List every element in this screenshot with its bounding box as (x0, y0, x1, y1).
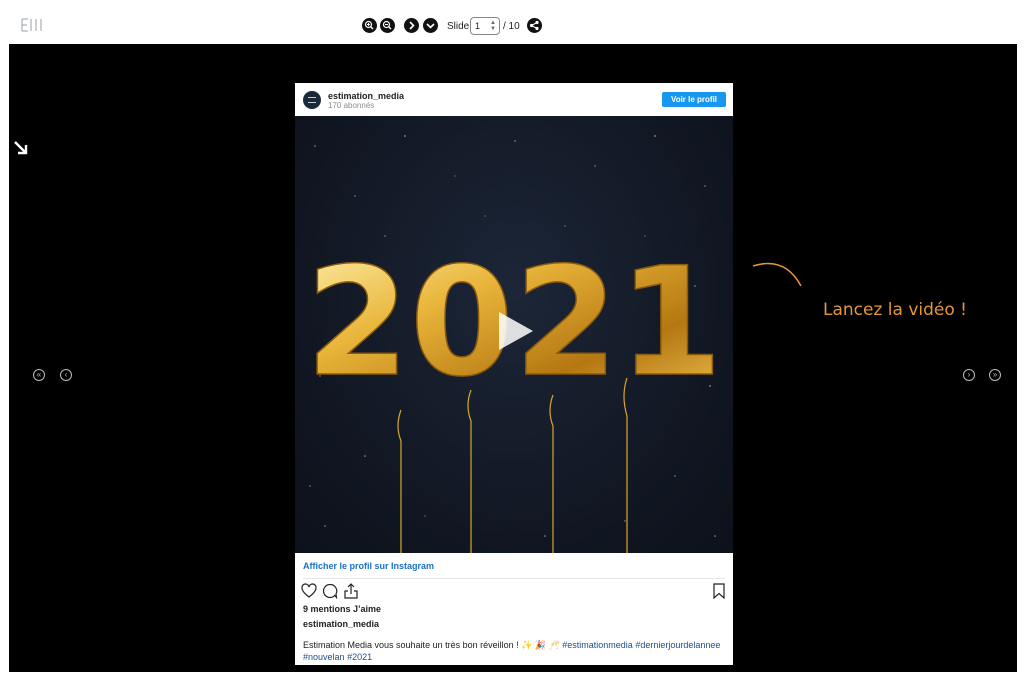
post-video[interactable]: 2021 (295, 116, 733, 553)
expand-arrow-icon[interactable] (13, 140, 29, 156)
post-caption: Estimation Media vous souhaite un très b… (303, 639, 728, 663)
slide-stage: « ‹ › » Lancez la vidéo ! estimation_med… (9, 44, 1017, 672)
avatar[interactable] (303, 91, 321, 109)
share-icon[interactable] (527, 18, 542, 33)
slide-total: / 10 (503, 21, 520, 32)
slide-label: Slide: (447, 21, 473, 32)
followers-count: 170 abonnés (328, 101, 375, 110)
last-slide-button[interactable]: » (989, 369, 1001, 381)
prev-slide-button[interactable]: ‹ (60, 369, 72, 381)
hint-text: Lancez la vidéo ! (823, 300, 967, 320)
instagram-profile-link[interactable]: Afficher le profil sur Instagram (303, 561, 434, 571)
play-button[interactable] (499, 312, 533, 350)
post-username[interactable]: estimation_media (328, 91, 404, 101)
caption-text: Estimation Media vous souhaite un très b… (303, 640, 560, 650)
next-icon[interactable] (404, 18, 419, 33)
share-post-icon[interactable] (343, 583, 359, 599)
caption-username[interactable]: estimation_media (303, 619, 379, 629)
hashtag[interactable]: #2021 (347, 652, 372, 662)
zoom-out-icon[interactable] (380, 18, 395, 33)
hint-arrow-icon (752, 262, 802, 287)
likes-count: 9 mentions J’aime (303, 604, 382, 614)
toolbar: Slide: ▲▼ / 10 (0, 0, 1024, 44)
bookmark-icon[interactable] (711, 583, 727, 599)
menu-down-icon[interactable] (423, 18, 438, 33)
comment-icon[interactable] (322, 583, 338, 599)
heart-icon[interactable] (301, 583, 317, 599)
post-header: estimation_media 170 abonnés Voir le pro… (295, 83, 733, 116)
hashtag[interactable]: #dernierjourdelannee (635, 640, 720, 650)
em-logo-icon[interactable] (21, 18, 43, 32)
hashtag[interactable]: #nouvelan (303, 652, 345, 662)
first-slide-button[interactable]: « (33, 369, 45, 381)
next-slide-button[interactable]: › (963, 369, 975, 381)
view-profile-button[interactable]: Voir le profil (662, 92, 726, 107)
hashtag[interactable]: #estimationmedia (562, 640, 633, 650)
divider (303, 578, 725, 579)
slide-spinner-icon[interactable]: ▲ ▼ (490, 20, 496, 32)
instagram-post: estimation_media 170 abonnés Voir le pro… (295, 83, 733, 665)
zoom-in-icon[interactable] (362, 18, 377, 33)
